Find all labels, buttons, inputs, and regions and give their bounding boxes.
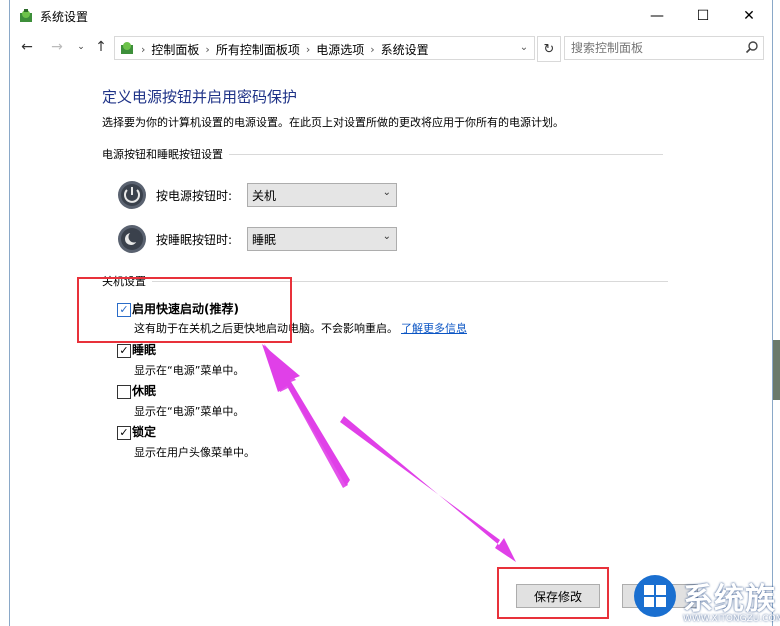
lock-option-description: 显示在用户头像菜单中。	[134, 446, 255, 459]
main-content: 定义电源按钮并启用密码保护 选择要为你的计算机设置的电源设置。在此页上对设置所做…	[10, 62, 772, 626]
control-panel-icon	[121, 42, 133, 54]
address-bar[interactable]: › 控制面板 › 所有控制面板项 › 电源选项 › 系统设置 ⌄	[114, 36, 535, 60]
up-arrow-icon[interactable]: ↑	[92, 38, 110, 56]
address-dropdown-chevron-icon[interactable]: ⌄	[516, 39, 532, 55]
breadcrumb-power-options[interactable]: 电源选项	[316, 41, 364, 58]
back-arrow-icon[interactable]: ←	[18, 38, 36, 56]
search-box[interactable]	[564, 36, 764, 60]
chevron-down-icon: ⌄	[382, 187, 391, 198]
lock-option-label[interactable]: 锁定	[132, 423, 156, 440]
page-description: 选择要为你的计算机设置的电源设置。在此页上对设置所做的更改将应用于你所有的电源计…	[102, 116, 564, 129]
close-button[interactable]: ✕	[726, 0, 772, 32]
sleep-button-select[interactable]: 睡眠 ⌄	[247, 227, 397, 251]
search-icon[interactable]	[745, 40, 759, 54]
hibernate-option-description: 显示在“电源”菜单中。	[134, 405, 245, 418]
power-button-select[interactable]: 关机 ⌄	[247, 183, 397, 207]
refresh-icon[interactable]: ↻	[537, 36, 561, 62]
section-power-buttons: 电源按钮和睡眠按钮设置	[102, 146, 663, 162]
breadcrumb-all-items[interactable]: 所有控制面板项	[216, 41, 300, 58]
hibernate-checkbox[interactable]	[117, 385, 131, 399]
recent-locations-chevron-icon[interactable]: ⌄	[72, 38, 90, 56]
title-bar: 系统设置 — ☐ ✕	[10, 0, 772, 32]
search-input[interactable]	[569, 40, 743, 56]
sleep-button-label: 按睡眠按钮时:	[156, 233, 233, 247]
control-panel-icon	[20, 9, 32, 22]
highlight-box-fast-startup	[77, 277, 292, 343]
lock-checkbox[interactable]: ✓	[117, 426, 131, 440]
breadcrumb: › 控制面板 › 所有控制面板项 › 电源选项 › 系统设置	[141, 41, 429, 58]
sleep-option-description: 显示在“电源”菜单中。	[134, 364, 245, 377]
navigation-bar: ← → ⌄ ↑ › 控制面板 › 所有控制面板项 › 电源选项 › 系统设置 ⌄…	[10, 32, 772, 62]
breadcrumb-system-settings[interactable]: 系统设置	[381, 41, 429, 58]
sleep-checkbox[interactable]: ✓	[117, 344, 131, 358]
page-title: 定义电源按钮并启用密码保护	[102, 88, 298, 106]
windows-logo-icon	[634, 575, 676, 617]
sleep-button-icon	[118, 225, 146, 253]
power-button-label: 按电源按钮时:	[156, 189, 233, 203]
hibernate-option-label[interactable]: 休眠	[132, 382, 156, 399]
watermark-text: 系统族	[683, 582, 776, 617]
highlight-box-save-button	[497, 567, 609, 619]
watermark-url: WWW.XITONGZU.COM	[683, 614, 780, 624]
learn-more-link[interactable]: 了解更多信息	[401, 322, 467, 335]
forward-arrow-icon[interactable]: →	[48, 38, 66, 56]
chevron-down-icon: ⌄	[382, 231, 391, 242]
window-title: 系统设置	[40, 10, 89, 24]
site-watermark: 系统族 WWW.XITONGZU.COM	[625, 570, 780, 626]
sleep-option-label[interactable]: 睡眠	[132, 341, 156, 358]
maximize-button[interactable]: ☐	[680, 0, 726, 32]
breadcrumb-control-panel[interactable]: 控制面板	[151, 41, 199, 58]
minimize-button[interactable]: —	[634, 0, 680, 32]
power-button-icon	[118, 181, 146, 209]
